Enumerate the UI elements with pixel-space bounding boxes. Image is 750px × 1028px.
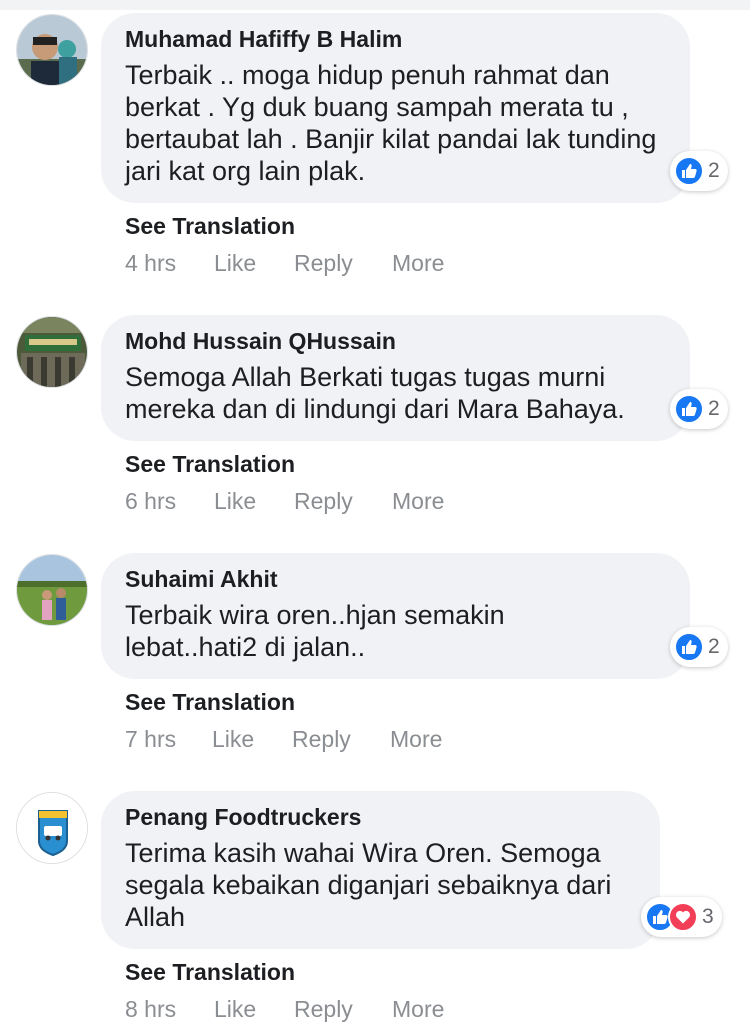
like-button[interactable]: Like bbox=[212, 726, 292, 753]
like-reaction-icon bbox=[674, 632, 704, 662]
more-button[interactable]: More bbox=[392, 996, 444, 1023]
previous-content-edge bbox=[0, 0, 750, 10]
comment-bubble: Penang Foodtruckers Terima kasih wahai W… bbox=[101, 791, 660, 949]
comment-actions: 4 hrs Like Reply More bbox=[125, 250, 444, 277]
like-button[interactable]: Like bbox=[214, 250, 294, 277]
comment-author[interactable]: Muhamad Hafiffy B Halim bbox=[125, 25, 666, 53]
comment-timestamp[interactable]: 6 hrs bbox=[125, 488, 214, 515]
comment-text: Semoga Allah Berkati tugas tugas murni m… bbox=[125, 362, 625, 424]
like-reaction-icon bbox=[674, 394, 704, 424]
see-translation-link[interactable]: See Translation bbox=[125, 213, 295, 240]
comment-author[interactable]: Mohd Hussain QHussain bbox=[125, 327, 666, 355]
like-button[interactable]: Like bbox=[214, 488, 294, 515]
comment-timestamp[interactable]: 8 hrs bbox=[125, 996, 214, 1023]
comment-timestamp[interactable]: 7 hrs bbox=[125, 726, 212, 753]
comment-actions: 7 hrs Like Reply More bbox=[125, 726, 442, 753]
reaction-count: 2 bbox=[708, 635, 720, 658]
reaction-count: 3 bbox=[702, 905, 714, 928]
comment-actions: 8 hrs Like Reply More bbox=[125, 996, 444, 1023]
like-reaction-icon bbox=[674, 156, 704, 186]
see-translation-link[interactable]: See Translation bbox=[125, 451, 295, 478]
see-translation-link[interactable]: See Translation bbox=[125, 689, 295, 716]
reply-button[interactable]: Reply bbox=[294, 250, 392, 277]
comment-author[interactable]: Suhaimi Akhit bbox=[125, 565, 666, 593]
comment-actions: 6 hrs Like Reply More bbox=[125, 488, 444, 515]
comment-timestamp[interactable]: 4 hrs bbox=[125, 250, 214, 277]
see-translation-link[interactable]: See Translation bbox=[125, 959, 295, 986]
avatar[interactable] bbox=[16, 792, 88, 864]
comment-text: Terima kasih wahai Wira Oren. Semoga seg… bbox=[125, 838, 612, 932]
comment-text: Terbaik wira oren..hjan semakin lebat..h… bbox=[125, 600, 505, 662]
comment-text: Terbaik .. moga hidup penuh rahmat dan b… bbox=[125, 60, 657, 186]
comment-bubble: Muhamad Hafiffy B Halim Terbaik .. moga … bbox=[101, 13, 690, 203]
more-button[interactable]: More bbox=[392, 250, 444, 277]
more-button[interactable]: More bbox=[392, 488, 444, 515]
reaction-summary[interactable]: 2 bbox=[670, 389, 728, 429]
reply-button[interactable]: Reply bbox=[294, 488, 392, 515]
avatar[interactable] bbox=[16, 554, 88, 626]
reaction-summary[interactable]: 3 bbox=[641, 897, 722, 937]
reaction-summary[interactable]: 2 bbox=[670, 627, 728, 667]
reaction-count: 2 bbox=[708, 397, 720, 420]
reply-button[interactable]: Reply bbox=[292, 726, 390, 753]
avatar[interactable] bbox=[16, 14, 88, 86]
love-reaction-icon bbox=[668, 902, 698, 932]
reply-button[interactable]: Reply bbox=[294, 996, 392, 1023]
like-button[interactable]: Like bbox=[214, 996, 294, 1023]
avatar[interactable] bbox=[16, 316, 88, 388]
reaction-summary[interactable]: 2 bbox=[670, 151, 728, 191]
more-button[interactable]: More bbox=[390, 726, 442, 753]
reaction-count: 2 bbox=[708, 159, 720, 182]
comment-author[interactable]: Penang Foodtruckers bbox=[125, 803, 636, 831]
comment-bubble: Mohd Hussain QHussain Semoga Allah Berka… bbox=[101, 315, 690, 441]
comment-bubble: Suhaimi Akhit Terbaik wira oren..hjan se… bbox=[101, 553, 690, 679]
